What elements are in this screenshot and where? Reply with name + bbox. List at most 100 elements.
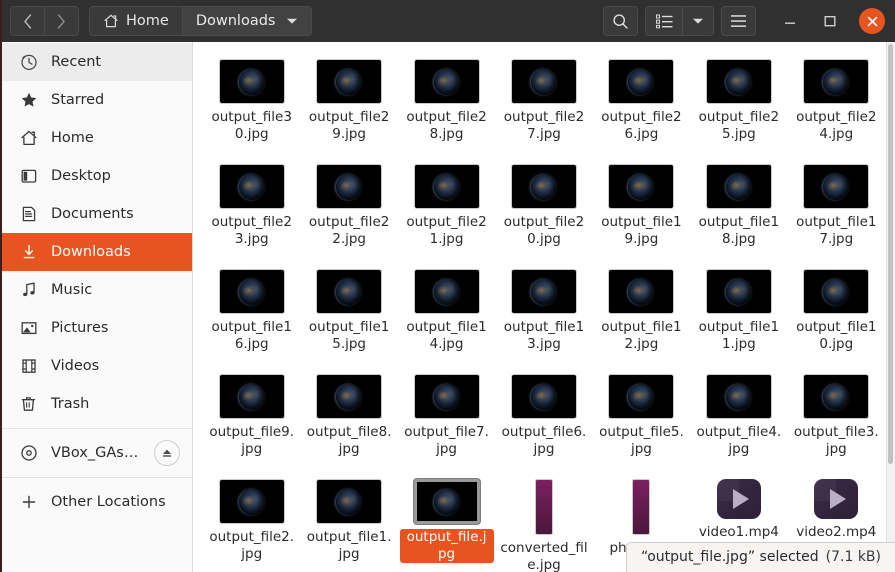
earth-thumbnail-graphic (530, 68, 557, 95)
earth-thumbnail-graphic (628, 173, 655, 200)
file-item[interactable]: output_file30.jpg (203, 56, 300, 161)
sidebar-item-trash[interactable]: Trash (2, 385, 192, 423)
file-thumbnail-image (510, 59, 577, 104)
earth-thumbnail-graphic (725, 68, 752, 95)
earth-thumbnail-graphic (628, 68, 655, 95)
file-item[interactable]: output_file11.jpg (690, 266, 787, 371)
earth-thumbnail-graphic (336, 173, 363, 200)
file-name-label: output_file18.jpg (698, 214, 780, 247)
vertical-scrollbar[interactable] (886, 42, 895, 572)
file-name-label: output_file19.jpg (601, 214, 682, 247)
file-name-label: output_file3.jpg (793, 424, 879, 457)
home-icon (19, 129, 38, 148)
file-item[interactable]: output_file6.jpg (495, 371, 592, 476)
file-item[interactable]: output_file3.jpg (788, 371, 885, 476)
file-name-label: output_file17.jpg (796, 214, 877, 247)
breadcrumb-item-home[interactable]: Home (90, 7, 182, 35)
hamburger-menu-icon (731, 15, 746, 27)
file-item[interactable]: output_file2.jpg (203, 476, 300, 572)
file-item[interactable]: output_file8.jpg (300, 371, 397, 476)
maximize-button[interactable] (819, 10, 841, 32)
earth-thumbnail-graphic (628, 278, 655, 305)
file-item[interactable]: output_file21.jpg (398, 161, 495, 266)
file-item[interactable]: output_file14.jpg (398, 266, 495, 371)
picture-icon (19, 319, 38, 338)
sidebar-item-downloads[interactable]: Downloads (2, 233, 192, 271)
list-view-icon (655, 14, 672, 28)
file-item[interactable]: output_file9.jpg (203, 371, 300, 476)
sidebar-divider (2, 477, 192, 478)
sidebar-item-starred[interactable]: Starred (2, 81, 192, 119)
earth-thumbnail-graphic (433, 68, 460, 95)
search-button[interactable] (603, 6, 638, 36)
sidebar-item-recent[interactable]: Recent (2, 43, 192, 81)
sidebar-item-desktop[interactable]: Desktop (2, 157, 192, 195)
sidebar-label: Desktop (51, 168, 111, 184)
sidebar-item-home[interactable]: Home (2, 119, 192, 157)
file-item[interactable]: output_file4.jpg (690, 371, 787, 476)
file-item[interactable]: converted_file.jpg (495, 476, 592, 572)
sidebar-item-pictures[interactable]: Pictures (2, 309, 192, 347)
file-item[interactable]: output_file12.jpg (593, 266, 690, 371)
sidebar-item-videos[interactable]: Videos (2, 347, 192, 385)
file-item[interactable]: output_file29.jpg (300, 56, 397, 161)
file-thumbnail-image (803, 164, 870, 209)
file-name-label: output_file22.jpg (308, 214, 390, 247)
scrollbar-thumb[interactable] (888, 44, 893, 464)
file-item[interactable]: output_file1.jpg (300, 476, 397, 572)
sidebar-item-music[interactable]: Music (2, 271, 192, 309)
sidebar-item-vbox-device[interactable]: VBox_GAs_6.... (2, 434, 192, 472)
file-thumbnail-image (413, 479, 480, 524)
close-button[interactable] (859, 8, 885, 34)
sidebar-item-other-locations[interactable]: Other Locations (2, 483, 192, 521)
file-item[interactable]: output_file26.jpg (593, 56, 690, 161)
file-thumbnail-image (316, 164, 383, 209)
earth-thumbnail-graphic (530, 278, 557, 305)
file-item[interactable]: output_file5.jpg (593, 371, 690, 476)
file-item[interactable]: output_file17.jpg (788, 161, 885, 266)
file-name-label: output_file20.jpg (503, 214, 585, 247)
breadcrumb-item-downloads[interactable]: Downloads (181, 7, 312, 35)
file-item[interactable]: output_file19.jpg (593, 161, 690, 266)
file-name-label: output_file4.jpg (696, 424, 782, 457)
earth-thumbnail-graphic (336, 383, 363, 410)
file-item[interactable]: output_file7.jpg (398, 371, 495, 476)
file-name-label: video1.mp4 (698, 524, 779, 540)
earth-thumbnail-graphic (433, 383, 460, 410)
file-item[interactable]: output_file.jpg (398, 476, 495, 572)
file-name-label: output_file13.jpg (503, 319, 585, 352)
earth-thumbnail-graphic (725, 383, 752, 410)
earth-thumbnail-graphic (823, 383, 850, 410)
minimize-button[interactable] (779, 10, 801, 32)
eject-button[interactable] (154, 440, 180, 466)
file-item[interactable]: output_file16.jpg (203, 266, 300, 371)
main-menu-button[interactable] (721, 6, 756, 36)
sidebar-item-documents[interactable]: Documents (2, 195, 192, 233)
earth-thumbnail-graphic (336, 278, 363, 305)
back-button[interactable] (11, 7, 44, 35)
file-item[interactable]: output_file25.jpg (690, 56, 787, 161)
file-name-label: output_file16.jpg (211, 319, 292, 352)
file-item[interactable]: output_file18.jpg (690, 161, 787, 266)
file-thumbnail-image (803, 374, 870, 419)
file-thumbnail-image (608, 59, 675, 104)
file-item[interactable]: output_file20.jpg (495, 161, 592, 266)
file-item[interactable]: output_file10.jpg (788, 266, 885, 371)
forward-button[interactable] (44, 7, 78, 35)
eject-icon (163, 449, 171, 457)
sidebar-label: Documents (51, 206, 134, 222)
file-item[interactable]: output_file13.jpg (495, 266, 592, 371)
earth-thumbnail-graphic (433, 488, 460, 515)
file-item[interactable]: output_file15.jpg (300, 266, 397, 371)
list-view-button[interactable] (646, 7, 682, 35)
view-options-dropdown[interactable] (682, 7, 713, 35)
earth-thumbnail-graphic (238, 68, 265, 95)
view-mode-group (645, 6, 714, 36)
earth-thumbnail-graphic (336, 68, 363, 95)
video-file-icon (814, 479, 859, 519)
file-item[interactable]: output_file24.jpg (788, 56, 885, 161)
file-item[interactable]: output_file28.jpg (398, 56, 495, 161)
file-item[interactable]: output_file23.jpg (203, 161, 300, 266)
file-item[interactable]: output_file22.jpg (300, 161, 397, 266)
file-item[interactable]: output_file27.jpg (495, 56, 592, 161)
